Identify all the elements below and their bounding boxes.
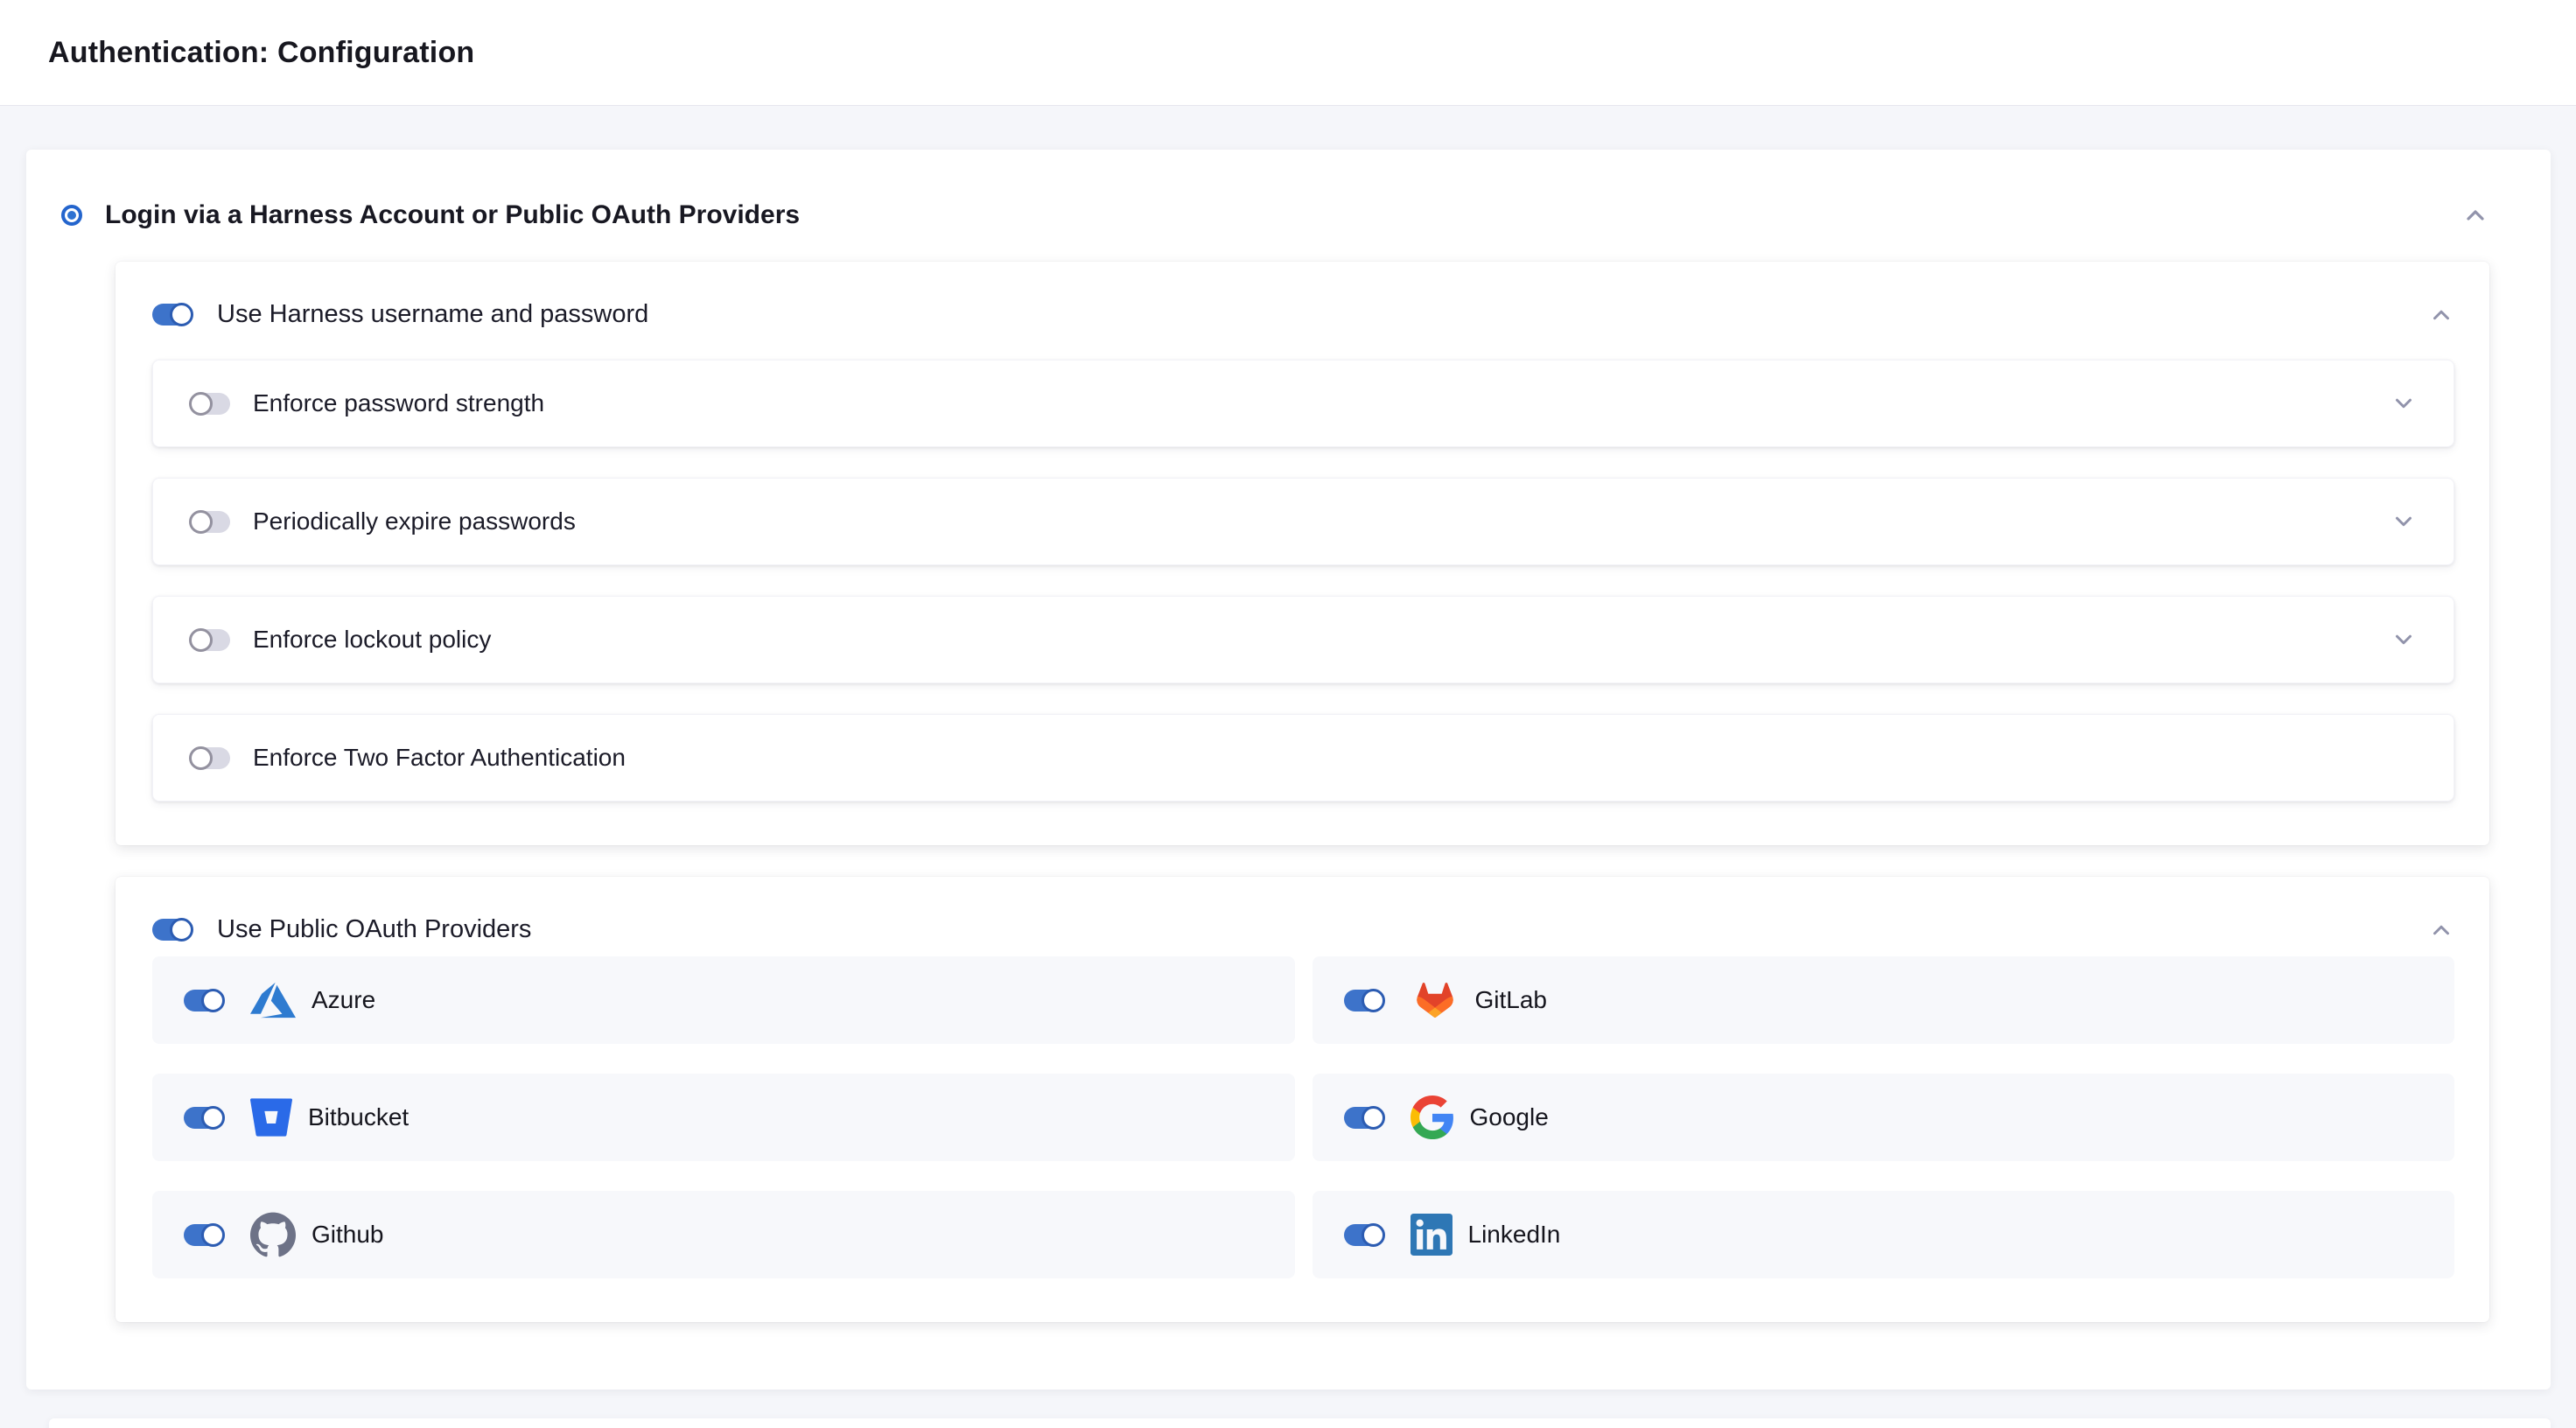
policy-row-expire-passwords[interactable]: Periodically expire passwords xyxy=(152,478,2454,565)
toggle-knob xyxy=(189,510,213,534)
policy-label: Periodically expire passwords xyxy=(253,508,576,536)
section-head: Login via a Harness Account or Public OA… xyxy=(61,200,2489,230)
page-header: Authentication: Configuration xyxy=(0,0,2576,106)
policy-row-lockout-policy[interactable]: Enforce lockout policy xyxy=(152,596,2454,683)
chevron-down-icon[interactable] xyxy=(2390,508,2417,535)
username-password-card: Use Harness username and password Enforc… xyxy=(116,262,2489,845)
linkedin-icon xyxy=(1410,1214,1452,1256)
provider-row-bitbucket: Bitbucket xyxy=(152,1074,1295,1161)
toggle-knob xyxy=(201,989,225,1012)
provider-grid: Azure GitLab xyxy=(152,956,2454,1278)
provider-label: Azure xyxy=(312,986,375,1014)
content: Login via a Harness Account or Public OA… xyxy=(0,106,2576,1428)
provider-row-gitlab: GitLab xyxy=(1312,956,2455,1044)
gitlab-icon xyxy=(1410,976,1460,1025)
google-icon xyxy=(1410,1096,1454,1139)
toggle-knob xyxy=(170,918,193,942)
toggle-enforce-password-strength[interactable] xyxy=(190,393,230,415)
toggle-use-public-oauth-providers[interactable] xyxy=(152,919,192,941)
bitbucket-icon xyxy=(250,1096,292,1138)
policy-row-password-strength[interactable]: Enforce password strength xyxy=(152,360,2454,447)
chevron-up-icon[interactable] xyxy=(2428,302,2454,328)
toggle-github[interactable] xyxy=(184,1224,224,1246)
provider-row-github: Github xyxy=(152,1191,1295,1278)
toggle-knob xyxy=(189,392,213,416)
radio-login-harness-oauth[interactable] xyxy=(61,205,82,226)
provider-row-google: Google xyxy=(1312,1074,2455,1161)
policy-label: Enforce password strength xyxy=(253,389,544,417)
policy-label: Enforce Two Factor Authentication xyxy=(253,744,626,772)
provider-label: Github xyxy=(312,1221,384,1249)
chevron-up-icon[interactable] xyxy=(2461,201,2489,229)
card-title: Use Harness username and password xyxy=(217,300,648,329)
chevron-down-icon[interactable] xyxy=(2390,626,2417,653)
toggle-knob xyxy=(1362,1106,1385,1130)
oauth-providers-card: Use Public OAuth Providers Azure xyxy=(116,877,2489,1322)
toggle-knob xyxy=(189,628,213,652)
card-title: Use Public OAuth Providers xyxy=(217,915,531,944)
provider-row-azure: Azure xyxy=(152,956,1295,1044)
toggle-bitbucket[interactable] xyxy=(184,1107,224,1129)
provider-label: GitLab xyxy=(1475,986,1548,1014)
policy-row-two-factor-auth: Enforce Two Factor Authentication xyxy=(152,714,2454,802)
toggle-enforce-two-factor-authentication[interactable] xyxy=(190,747,230,769)
toggle-gitlab[interactable] xyxy=(1344,990,1384,1012)
toggle-enforce-lockout-policy[interactable] xyxy=(190,629,230,651)
provider-row-linkedin: LinkedIn xyxy=(1312,1191,2455,1278)
auth-method-section-card: Login via a Harness Account or Public OA… xyxy=(26,150,2551,1390)
page-title: Authentication: Configuration xyxy=(48,36,474,70)
toggle-knob xyxy=(201,1106,225,1130)
provider-label: Google xyxy=(1470,1103,1549,1131)
toggle-knob xyxy=(1362,1223,1385,1247)
chevron-up-icon[interactable] xyxy=(2428,917,2454,943)
azure-icon xyxy=(250,977,296,1023)
chevron-down-icon[interactable] xyxy=(2390,390,2417,416)
toggle-knob xyxy=(189,746,213,770)
oauth-card-head: Use Public OAuth Providers xyxy=(152,915,2454,944)
username-password-card-head: Use Harness username and password xyxy=(152,300,2454,329)
github-icon xyxy=(250,1212,296,1257)
toggle-knob xyxy=(170,303,193,326)
toggle-google[interactable] xyxy=(1344,1107,1384,1129)
next-section-card-sliver xyxy=(49,1418,2551,1428)
policy-label: Enforce lockout policy xyxy=(253,626,491,654)
toggle-use-harness-username-password[interactable] xyxy=(152,304,192,326)
toggle-knob xyxy=(201,1223,225,1247)
toggle-azure[interactable] xyxy=(184,990,224,1012)
provider-label: Bitbucket xyxy=(308,1103,409,1131)
toggle-linkedin[interactable] xyxy=(1344,1224,1384,1246)
toggle-periodically-expire-passwords[interactable] xyxy=(190,511,230,533)
provider-label: LinkedIn xyxy=(1468,1221,1561,1249)
section-title: Login via a Harness Account or Public OA… xyxy=(105,200,800,230)
section-body: Use Harness username and password Enforc… xyxy=(116,262,2489,1322)
toggle-knob xyxy=(1362,989,1385,1012)
